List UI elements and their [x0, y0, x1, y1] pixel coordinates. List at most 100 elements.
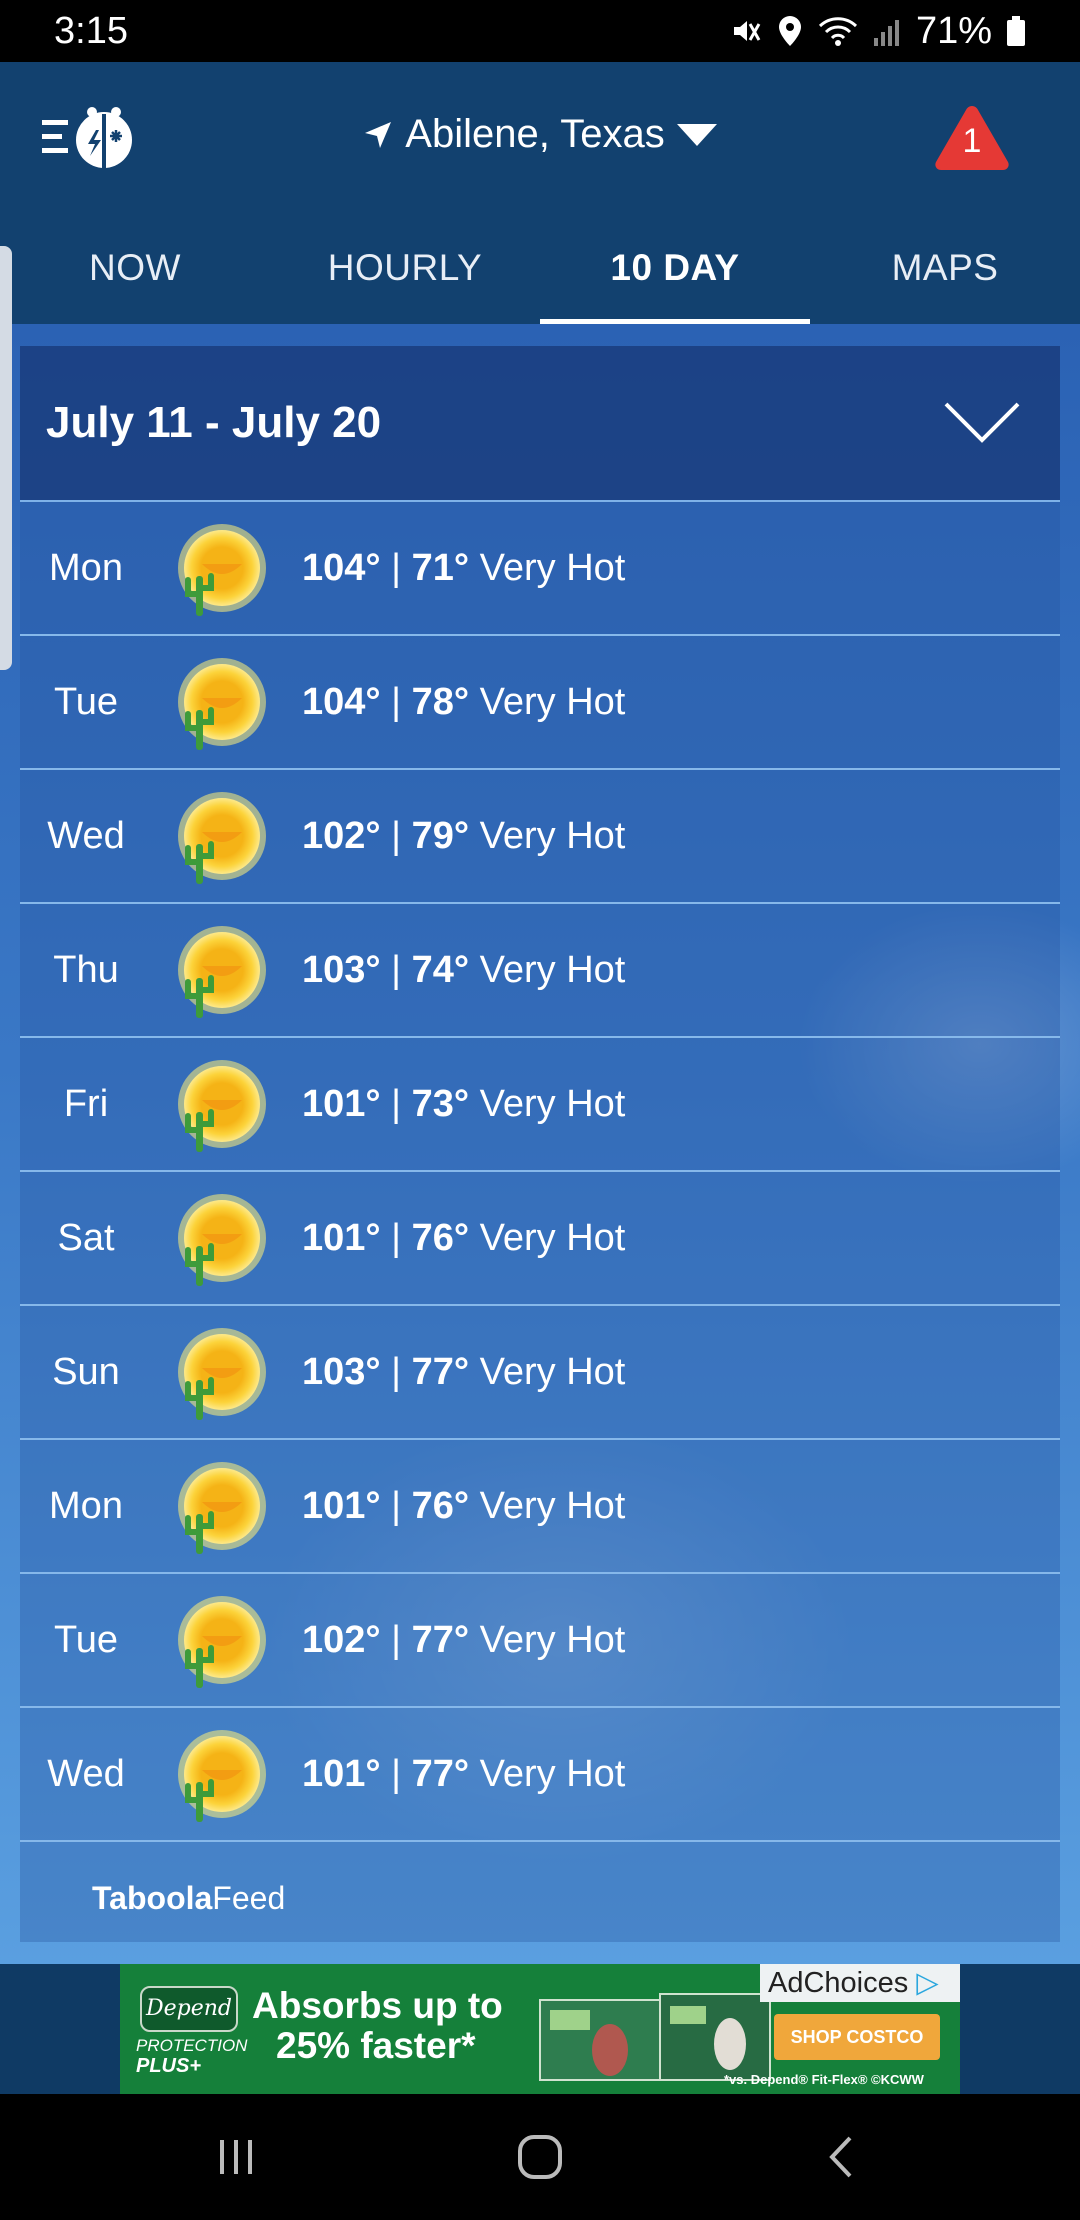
temperature-summary: 101° | 76° Very Hot [302, 1440, 625, 1572]
day-name: Sun [52, 1351, 120, 1393]
day-name: Wed [47, 815, 125, 857]
condition-text: Very Hot [479, 1351, 626, 1393]
forecast-range: July 11 - July 20 [46, 398, 382, 447]
tab-hourly[interactable]: HOURLY [270, 212, 540, 324]
day-name: Fri [63, 1083, 109, 1125]
day-name: Mon [49, 1485, 123, 1527]
hot-sun-cactus-icon [178, 792, 266, 884]
condition-text: Very Hot [479, 815, 626, 857]
high-temp: 101° [302, 1485, 381, 1527]
forecast-row[interactable]: Thu 103° | 74° Very Hot [20, 904, 1060, 1038]
app-header: Abilene, Texas 1 [0, 62, 1080, 212]
temp-separator: | [380, 949, 412, 991]
chevron-down-icon[interactable] [942, 396, 1022, 448]
forecast-row[interactable]: Fri 101° | 73° Very Hot [20, 1038, 1060, 1172]
tab-now[interactable]: NOW [0, 212, 270, 324]
temperature-summary: 101° | 77° Very Hot [302, 1708, 625, 1840]
temp-separator: | [380, 1083, 412, 1125]
condition-text: Very Hot [479, 1619, 626, 1661]
temperature-summary: 103° | 77° Very Hot [302, 1306, 625, 1438]
forecast-row[interactable]: Mon 104° | 71° Very Hot [20, 502, 1060, 636]
condition-text: Very Hot [479, 1217, 626, 1259]
wifi-icon [818, 17, 857, 46]
low-temp: 77° [411, 1753, 470, 1795]
temperature-summary: 101° | 76° Very Hot [302, 1172, 625, 1304]
forecast-row[interactable]: Wed 102° | 79° Very Hot [20, 770, 1060, 904]
condition-text: Very Hot [479, 1753, 626, 1795]
tab-10-day[interactable]: 10 DAY [540, 212, 810, 324]
forecast-row[interactable]: Tue 102° | 77° Very Hot [20, 1574, 1060, 1708]
side-drawer-handle[interactable] [0, 246, 12, 670]
taboola-feed-label: Feed [212, 1880, 286, 1916]
signal-icon [873, 20, 899, 46]
low-temp: 76° [411, 1217, 470, 1259]
condition-text: Very Hot [479, 547, 626, 589]
hot-sun-cactus-icon [178, 1060, 266, 1152]
high-temp: 101° [302, 1753, 381, 1795]
low-temp: 77° [411, 1351, 470, 1393]
low-temp: 71° [411, 547, 470, 589]
day-name: Tue [53, 1619, 119, 1661]
forecast-range-header[interactable]: July 11 - July 20 [20, 346, 1060, 502]
shop-costco-button[interactable]: SHOP COSTCO [774, 2014, 940, 2060]
tab-bar: NOW HOURLY 10 DAY MAPS [0, 212, 1080, 324]
forecast-row[interactable]: Sat 101° | 76° Very Hot [20, 1172, 1060, 1306]
product-packages-image [539, 1993, 771, 2081]
forecast-row[interactable]: Sun 103° | 77° Very Hot [20, 1306, 1060, 1440]
hot-sun-cactus-icon [178, 1730, 266, 1822]
low-temp: 77° [411, 1619, 470, 1661]
hot-sun-cactus-icon [178, 1596, 266, 1688]
high-temp: 103° [302, 1351, 381, 1393]
condition-text: Very Hot [479, 1083, 626, 1125]
high-temp: 101° [302, 1083, 381, 1125]
home-icon[interactable] [510, 2132, 570, 2182]
navigation-arrow-icon [365, 121, 392, 148]
status-bar: 3:15 71% [0, 0, 1080, 62]
hot-sun-cactus-icon [178, 658, 266, 750]
temperature-summary: 104° | 71° Very Hot [302, 502, 625, 634]
taboola-feed-logo[interactable]: TaboolaFeed [92, 1880, 285, 1917]
ad-subbrand-line2: PLUS+ [136, 2055, 202, 2077]
battery-icon [1007, 16, 1025, 46]
location-selector[interactable]: Abilene, Texas [0, 112, 1080, 157]
battery-percent: 71% [915, 9, 992, 52]
recent-apps-icon[interactable] [206, 2132, 266, 2182]
ad-headline: Absorbs up to 25% faster* [252, 1986, 503, 2066]
temperature-summary: 102° | 79° Very Hot [302, 770, 625, 902]
condition-text: Very Hot [479, 1485, 626, 1527]
adchoices-icon: ▷ [916, 1967, 939, 1999]
forecast-row[interactable]: Wed 101° | 77° Very Hot [20, 1708, 1060, 1842]
mute-icon [733, 21, 761, 41]
temp-separator: | [380, 815, 412, 857]
hot-sun-cactus-icon [178, 524, 266, 616]
high-temp: 104° [302, 681, 381, 723]
ad-subbrand-line1: PROTECTION [136, 2036, 248, 2055]
adchoices-badge[interactable]: AdChoices ▷ [760, 1964, 960, 2002]
tab-maps[interactable]: MAPS [810, 212, 1080, 324]
ad-headline-line2: 25% faster* [276, 2025, 476, 2066]
day-name: Thu [53, 949, 119, 991]
condition-text: Very Hot [479, 681, 626, 723]
temp-separator: | [380, 1351, 412, 1393]
forecast-row[interactable]: Mon 101° | 76° Very Hot [20, 1440, 1060, 1574]
ad-subbrand: PROTECTION PLUS+ [136, 2036, 247, 2076]
back-icon[interactable] [812, 2132, 872, 2182]
high-temp: 101° [302, 1217, 381, 1259]
temperature-summary: 102° | 77° Very Hot [302, 1574, 625, 1706]
high-temp: 103° [302, 949, 381, 991]
hot-sun-cactus-icon [178, 1194, 266, 1286]
forecast-row[interactable]: Tue 104° | 78° Very Hot [20, 636, 1060, 770]
status-time: 3:15 [54, 9, 128, 52]
temperature-summary: 101° | 73° Very Hot [302, 1038, 625, 1170]
temp-separator: | [380, 547, 412, 589]
location-icon [778, 16, 801, 46]
temp-separator: | [380, 1619, 412, 1661]
hot-sun-cactus-icon [178, 1328, 266, 1420]
advertisement-banner[interactable]: Depend PROTECTION PLUS+ Absorbs up to 25… [120, 1964, 960, 2094]
ad-headline-line1: Absorbs up to [252, 1985, 503, 2026]
day-name: Wed [47, 1753, 125, 1795]
alert-count: 1 [962, 122, 982, 160]
temp-separator: | [380, 681, 412, 723]
low-temp: 76° [411, 1485, 470, 1527]
day-name: Sat [57, 1217, 115, 1259]
